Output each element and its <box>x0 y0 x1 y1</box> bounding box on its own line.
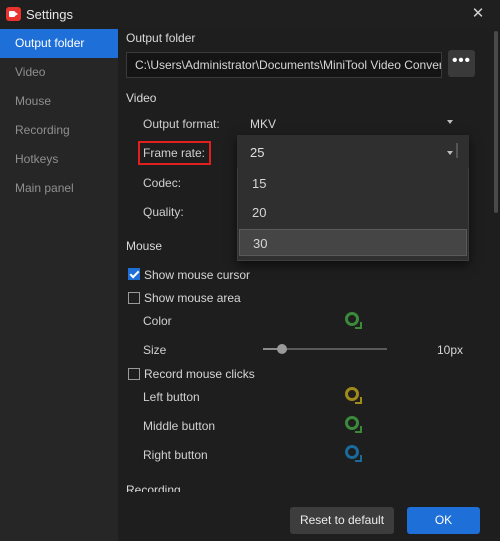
output-folder-title: Output folder <box>126 31 196 45</box>
window-title: Settings <box>26 7 73 22</box>
record-mouse-clicks-label: Record mouse clicks <box>144 367 255 381</box>
size-slider-thumb[interactable] <box>276 344 287 354</box>
frame-rate-label: Frame rate: <box>143 146 206 160</box>
show-mouse-cursor-label: Show mouse cursor <box>144 268 251 282</box>
sidebar-item-recording[interactable]: Recording <box>0 116 118 145</box>
output-format-select[interactable]: MKV <box>250 117 276 131</box>
quality-label: Quality: <box>143 205 184 219</box>
browse-folder-button[interactable]: ••• <box>448 50 475 77</box>
title-bar: Settings ✕ <box>0 0 500 29</box>
frame-rate-option-20[interactable]: 20 <box>239 199 467 226</box>
close-button[interactable]: ✕ <box>470 5 486 23</box>
record-mouse-clicks-checkbox[interactable] <box>128 368 140 380</box>
frame-rate-chevron-down-icon[interactable] <box>447 151 453 155</box>
left-button-color-picker-icon[interactable] <box>345 387 362 404</box>
frame-rate-selected-value: 25 <box>250 145 265 160</box>
sidebar-item-mouse[interactable]: Mouse <box>0 87 118 116</box>
sidebar-item-hotkeys[interactable]: Hotkeys <box>0 145 118 174</box>
show-mouse-area-checkbox[interactable] <box>128 292 140 304</box>
size-slider[interactable] <box>263 344 387 354</box>
right-button-color-picker-icon[interactable] <box>345 445 362 462</box>
color-picker-icon[interactable] <box>345 312 362 329</box>
footer: Reset to default OK <box>118 492 500 541</box>
size-value: 10px <box>437 343 464 357</box>
settings-scrollbar[interactable] <box>492 29 500 492</box>
frame-rate-option-30[interactable]: 30 <box>239 229 467 256</box>
size-label: Size <box>143 343 167 357</box>
show-mouse-area-label: Show mouse area <box>144 291 241 305</box>
sidebar: Output folder Video Mouse Recording Hotk… <box>0 29 118 541</box>
codec-label: Codec: <box>143 176 182 190</box>
show-mouse-cursor-checkbox[interactable] <box>128 268 140 280</box>
sidebar-item-output-folder[interactable]: Output folder <box>0 29 118 58</box>
frame-rate-scrollbar[interactable] <box>456 143 458 158</box>
sidebar-item-video[interactable]: Video <box>0 58 118 87</box>
frame-rate-option-15[interactable]: 15 <box>239 170 467 197</box>
right-button-label: Right button <box>143 448 208 462</box>
ok-button[interactable]: OK <box>407 507 480 534</box>
app-logo-icon <box>6 7 21 21</box>
output-format-chevron-down-icon[interactable] <box>447 120 453 124</box>
video-section-title: Video <box>126 91 157 105</box>
color-label: Color <box>143 314 172 328</box>
output-format-label: Output format: <box>143 117 220 131</box>
recording-section-title: Recording <box>126 483 181 492</box>
middle-button-label: Middle button <box>143 419 216 433</box>
reset-to-default-button[interactable]: Reset to default <box>290 507 394 534</box>
settings-scroll-thumb[interactable] <box>494 31 498 213</box>
frame-rate-select[interactable] <box>237 135 469 168</box>
sidebar-item-main-panel[interactable]: Main panel <box>0 174 118 203</box>
middle-button-color-picker-icon[interactable] <box>345 416 362 433</box>
left-button-label: Left button <box>143 390 200 404</box>
mouse-section-title: Mouse <box>126 239 163 253</box>
output-folder-path-field[interactable]: C:\Users\Administrator\Documents\MiniToo… <box>126 52 442 78</box>
